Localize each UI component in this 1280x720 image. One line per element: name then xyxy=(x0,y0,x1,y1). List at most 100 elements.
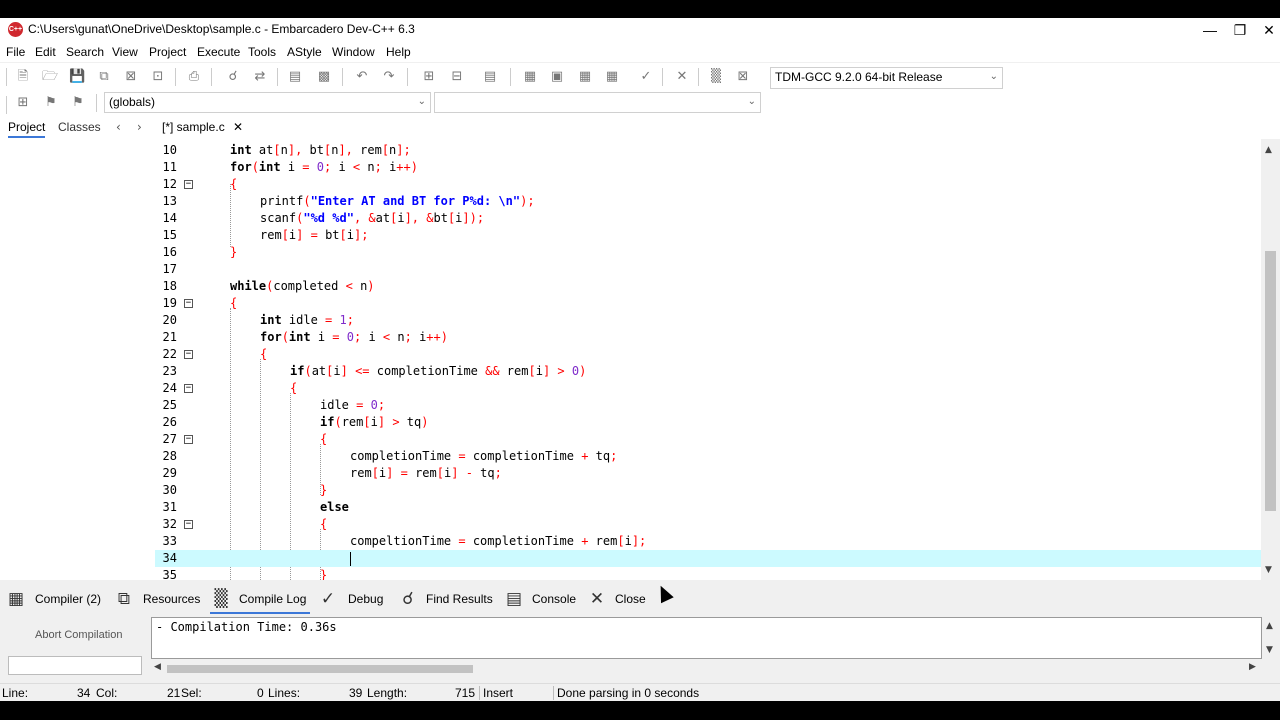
save-icon[interactable]: 💾 xyxy=(69,69,85,85)
line-number: 14 xyxy=(162,211,177,225)
close-panel-button[interactable]: ✕ Close xyxy=(586,584,648,614)
scrollbar-thumb[interactable] xyxy=(1265,251,1276,511)
code-line: 10 int at[n], bt[n], rem[n]; xyxy=(155,142,1261,159)
project-options-icon[interactable]: ▤ xyxy=(482,69,498,85)
close-tab-icon[interactable]: ✕ xyxy=(233,120,243,134)
fold-minus-icon[interactable]: − xyxy=(184,180,193,189)
status-sel-label: Sel: xyxy=(181,686,202,700)
scroll-left-icon[interactable]: ◀ xyxy=(154,662,161,672)
code-line: 29 rem[i] = rem[i] - tq; xyxy=(155,465,1261,482)
profile-icon[interactable]: ▒ xyxy=(708,69,724,85)
line-number: 12 xyxy=(162,177,177,191)
abort-compilation-button[interactable]: Abort Compilation xyxy=(35,629,122,641)
fold-minus-icon[interactable]: − xyxy=(184,299,193,308)
code-editor[interactable]: 10 int at[n], bt[n], rem[n]; 11 for(int i … xyxy=(155,139,1261,580)
close-window-icon[interactable]: ✕ xyxy=(1251,18,1280,42)
scroll-down-icon[interactable]: ▼ xyxy=(1266,645,1273,655)
fold-minus-icon[interactable]: − xyxy=(184,435,193,444)
replace-icon[interactable]: ⇄ xyxy=(252,69,268,85)
menu-help[interactable]: Help xyxy=(386,45,411,59)
status-lines-label: Lines: xyxy=(268,686,301,700)
line-16-code: } xyxy=(230,245,238,259)
line-number: 21 xyxy=(162,330,177,344)
close-file-icon[interactable]: ⊠ xyxy=(123,69,139,85)
scroll-up-icon[interactable]: ▲ xyxy=(1265,145,1272,155)
close-icon: ✕ xyxy=(589,589,605,609)
compile-log-output[interactable]: - Compilation Time: 0.36s xyxy=(151,617,1262,659)
menu-view[interactable]: View xyxy=(112,45,138,59)
toolbar-separator xyxy=(6,68,7,86)
member-select[interactable]: ⌄ xyxy=(434,92,761,113)
scrollbar-thumb[interactable] xyxy=(167,665,473,673)
scroll-up-icon[interactable]: ▲ xyxy=(1266,621,1273,631)
tab-project[interactable]: Project xyxy=(8,120,46,138)
compile-icon[interactable]: ▦ xyxy=(522,69,538,85)
print-icon[interactable]: ⎙ xyxy=(186,69,202,85)
delete-profile-icon[interactable]: ⊠ xyxy=(735,69,751,85)
insert-icon[interactable]: ⊞ xyxy=(15,95,31,111)
scroll-down-icon[interactable]: ▼ xyxy=(1265,565,1272,575)
editor-vertical-scrollbar[interactable]: ▲ ▼ xyxy=(1261,139,1280,580)
line-number: 35 xyxy=(162,568,177,580)
line-number: 26 xyxy=(162,415,177,429)
menu-search[interactable]: Search xyxy=(66,45,104,59)
toolbar-separator xyxy=(510,68,511,86)
line-number: 30 xyxy=(162,483,177,497)
menu-tools[interactable]: Tools xyxy=(248,45,276,59)
code-line: 16} xyxy=(155,244,1261,261)
log-vertical-scrollbar[interactable]: ▲ ▼ xyxy=(1262,617,1280,659)
tab-compiler[interactable]: ▦ Compiler (2) xyxy=(5,584,107,614)
scroll-right-icon[interactable]: ▶ xyxy=(1249,662,1256,672)
chevron-left-icon[interactable]: ‹ xyxy=(116,120,121,134)
tab-classes[interactable]: Classes xyxy=(58,120,101,134)
menu-project[interactable]: Project xyxy=(149,45,186,59)
log-horizontal-scrollbar[interactable]: ◀ ▶ xyxy=(151,661,1262,676)
stop-execution-icon[interactable]: ✕ xyxy=(674,69,690,85)
line-28-code: completionTime = completionTime + tq; xyxy=(350,449,618,463)
code-line: 20 int idle = 1; xyxy=(155,312,1261,329)
close-all-icon[interactable]: ⊡ xyxy=(150,69,166,85)
menu-edit[interactable]: Edit xyxy=(35,45,56,59)
tab-compile-log[interactable]: ▒ Compile Log xyxy=(210,584,310,614)
unindent-icon[interactable]: ▩ xyxy=(316,69,332,85)
menu-file[interactable]: File xyxy=(6,45,25,59)
syntax-check-icon[interactable]: ✓ xyxy=(638,69,654,85)
new-project-icon[interactable]: ⊞ xyxy=(421,69,437,85)
rebuild-all-icon[interactable]: ▦ xyxy=(604,69,620,85)
line-30-code: } xyxy=(320,483,328,497)
undo-icon[interactable]: ↶ xyxy=(354,69,370,85)
indent-icon[interactable]: ▤ xyxy=(287,69,303,85)
chevron-right-icon[interactable]: › xyxy=(137,120,142,134)
line-18-code: while(completed < n) xyxy=(230,279,375,293)
tab-console[interactable]: ▤ Console xyxy=(503,584,576,614)
tab-sample-c[interactable]: [*] sample.c xyxy=(162,120,225,134)
fold-minus-icon[interactable]: − xyxy=(184,384,193,393)
toolbar-separator xyxy=(277,68,278,86)
toggle-bookmark-icon[interactable]: ⚑ xyxy=(43,95,59,111)
tab-debug[interactable]: ✓ Debug xyxy=(317,584,387,614)
code-line: 12− { xyxy=(155,176,1261,193)
tab-row: Project Classes ‹ › [*] sample.c ✕ xyxy=(0,115,1280,139)
fold-minus-icon[interactable]: − xyxy=(184,350,193,359)
compiler-select[interactable]: TDM-GCC 9.2.0 64-bit Release ⌄ xyxy=(770,67,1003,89)
find-icon[interactable]: ☌ xyxy=(225,69,241,85)
line-24-code: { xyxy=(290,381,298,395)
menu-astyle[interactable]: AStyle xyxy=(287,45,322,59)
menu-window[interactable]: Window xyxy=(332,45,375,59)
fold-minus-icon[interactable]: − xyxy=(184,520,193,529)
run-icon[interactable]: ▣ xyxy=(549,69,565,85)
tab-find-results[interactable]: ☌ Find Results xyxy=(397,584,494,614)
menu-execute[interactable]: Execute xyxy=(197,45,240,59)
line-number: 25 xyxy=(162,398,177,412)
tab-resources[interactable]: ⧉ Resources xyxy=(113,584,201,614)
open-folder-icon[interactable]: 🗁 xyxy=(42,69,58,85)
status-separator xyxy=(479,686,480,700)
save-all-icon[interactable]: ⧉ xyxy=(96,69,112,85)
compile-run-icon[interactable]: ▦ xyxy=(577,69,593,85)
goto-bookmark-icon[interactable]: ⚑ xyxy=(70,95,86,111)
redo-icon[interactable]: ↷ xyxy=(381,69,397,85)
scope-select[interactable]: (globals) ⌄ xyxy=(104,92,431,113)
line-31-code: else xyxy=(320,500,349,514)
new-file-icon[interactable]: 🗎 xyxy=(15,69,31,85)
remove-project-icon[interactable]: ⊟ xyxy=(449,69,465,85)
